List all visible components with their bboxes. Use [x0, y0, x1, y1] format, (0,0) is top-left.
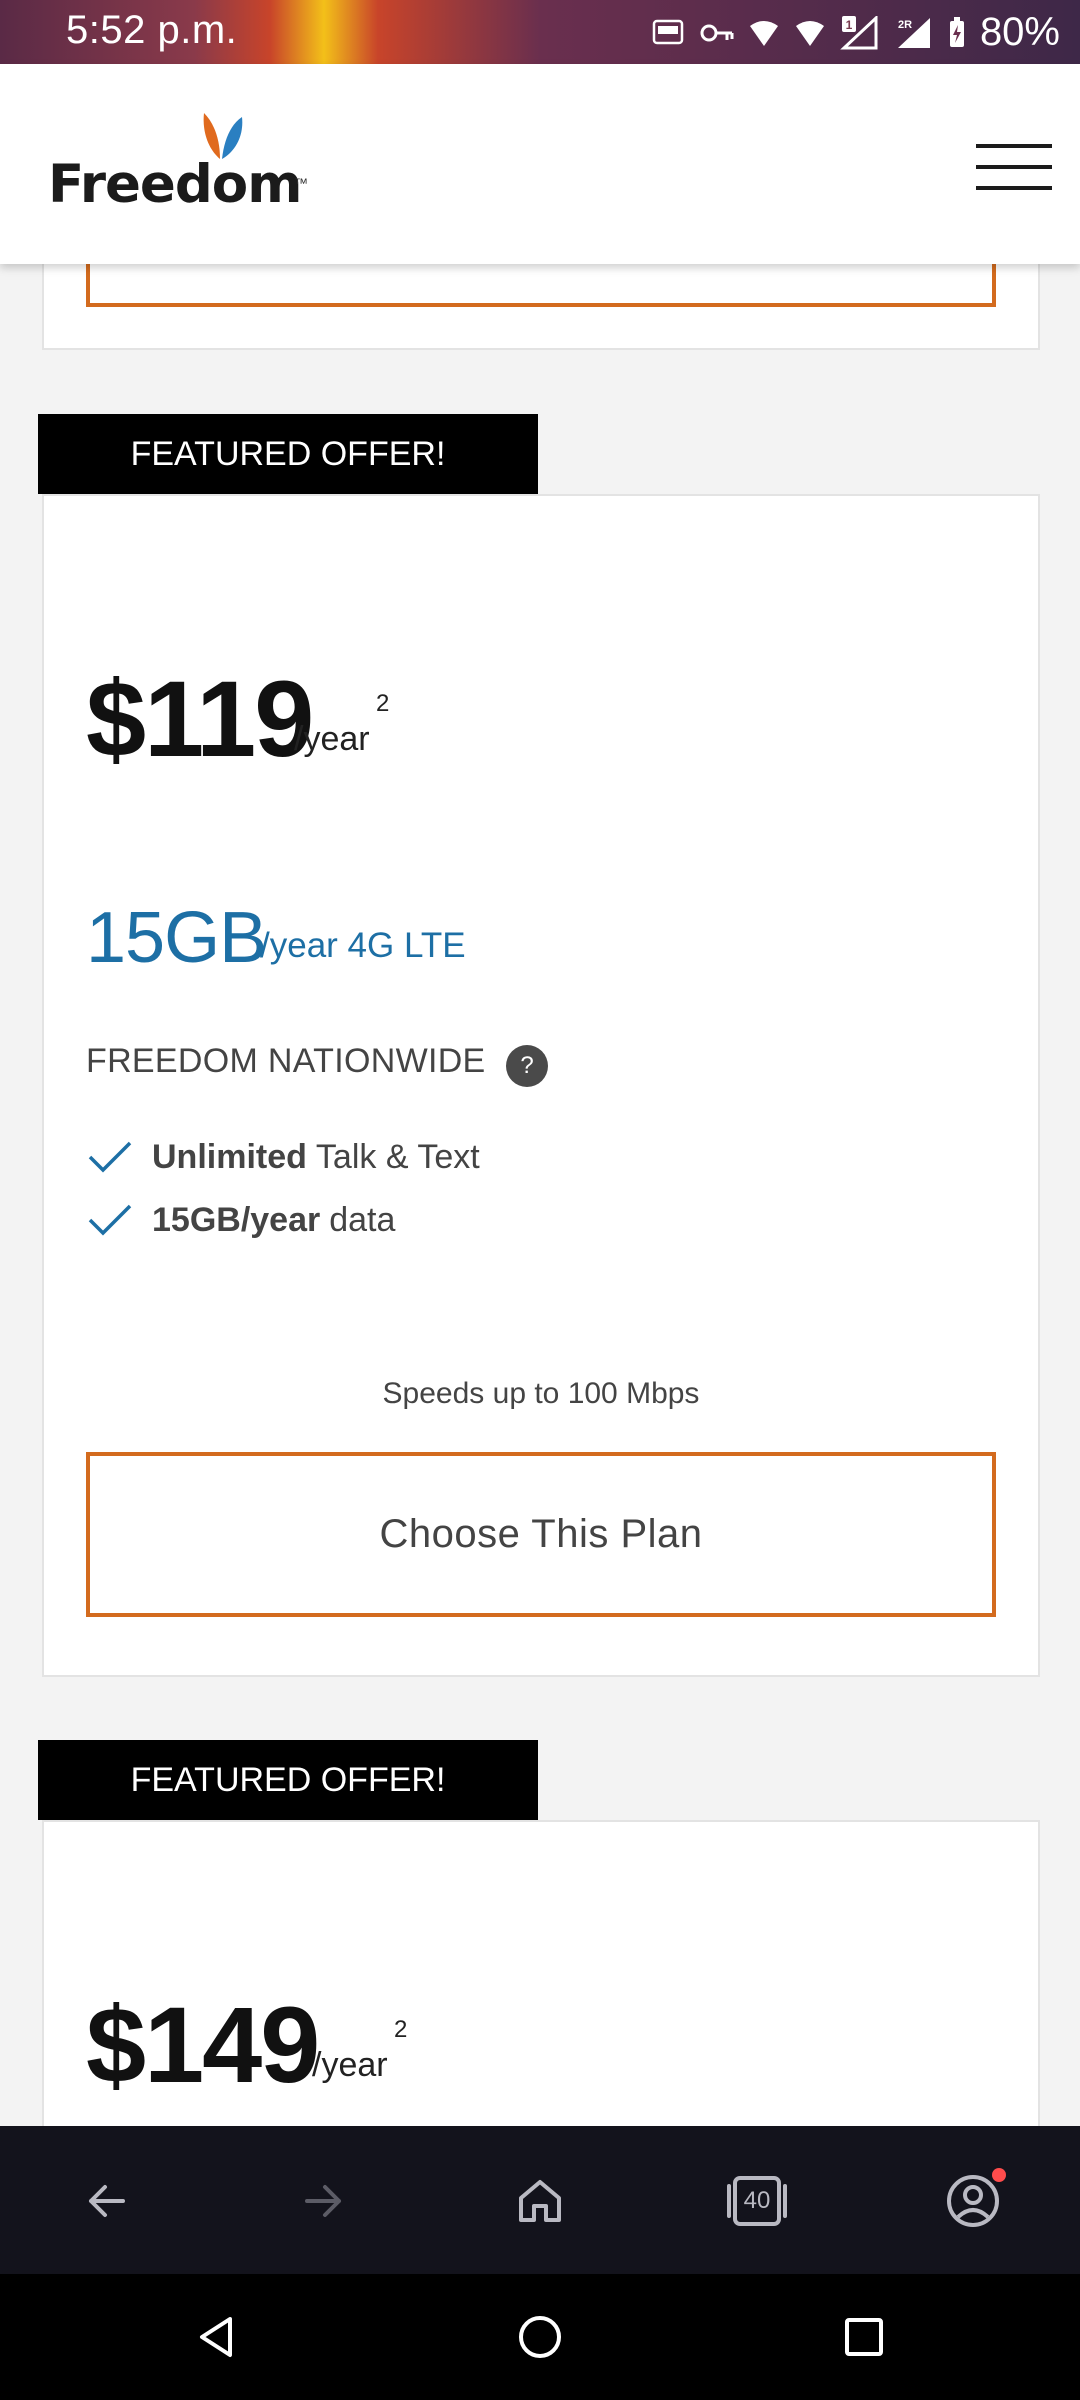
battery-charging-icon	[949, 16, 964, 47]
price-period: /year	[294, 720, 370, 758]
help-glyph: ?	[520, 1052, 534, 1079]
tabs-icon[interactable]: 40	[722, 2166, 792, 2236]
wifi-icon	[795, 20, 824, 46]
menu-line	[976, 144, 1052, 148]
back-arrow-icon[interactable]	[72, 2166, 142, 2236]
forward-arrow-icon[interactable]	[288, 2166, 358, 2236]
choose-plan-button[interactable]: Choose This Plan	[86, 1452, 996, 1617]
auto-hz-icon	[652, 19, 684, 44]
signal-sim1-icon: 1	[840, 15, 878, 49]
data-description: /year 4G LTE	[260, 926, 466, 965]
status-time: 5:52 p.m.	[66, 8, 238, 52]
feature-bold: 15GB/year	[152, 1200, 321, 1239]
nav-home-icon[interactable]	[507, 2304, 573, 2370]
price-period: /year	[312, 2046, 388, 2084]
svg-text:1: 1	[846, 18, 853, 32]
vpn-key-icon	[700, 24, 734, 41]
tab-count: 40	[743, 2187, 771, 2214]
status-icons: 1 2R 80%	[652, 10, 1060, 55]
wifi-icon	[749, 20, 778, 46]
menu-line	[976, 186, 1052, 190]
speed-note: Speeds up to 100 Mbps	[382, 1377, 700, 1410]
profile-icon[interactable]	[938, 2166, 1008, 2236]
logo-wordmark: Freedom	[48, 154, 302, 215]
feature-bold: Unlimited	[152, 1137, 307, 1176]
logo-trademark: ™	[294, 175, 308, 191]
home-icon[interactable]	[505, 2166, 575, 2236]
price-footnote[interactable]: 2	[376, 690, 389, 718]
featured-offer-badge: FEATURED OFFER!	[38, 1740, 538, 1820]
check-icon	[88, 1204, 132, 1236]
freedom-logo[interactable]: Freedom ™	[48, 109, 308, 219]
plan-name: FREEDOM NATIONWIDE	[86, 1042, 486, 1080]
price-amount: $119	[86, 658, 314, 779]
feature-item: Unlimited Talk & Text	[86, 1132, 480, 1182]
price-footnote[interactable]: 2	[394, 2016, 407, 2044]
feature-item: 15GB/year data	[86, 1195, 395, 1245]
offer-price-card: $119 /year 2	[42, 494, 1040, 834]
notification-dot	[992, 2168, 1006, 2182]
feature-text: Talk & Text	[315, 1137, 480, 1176]
nav-recents-icon[interactable]	[831, 2304, 897, 2370]
nav-back-icon[interactable]	[183, 2304, 249, 2370]
price-amount: $149	[86, 1984, 320, 2105]
offer-details-card: 15GB /year 4G LTE FREEDOM NATIONWIDE ? U…	[42, 832, 1040, 1677]
system-nav-bar	[0, 2274, 1080, 2400]
help-icon[interactable]: ?	[506, 1045, 548, 1087]
site-header: Freedom ™	[0, 64, 1080, 264]
browser-toolbar: 40	[0, 2126, 1080, 2274]
feature-text: data	[329, 1200, 396, 1239]
battery-percentage: 80%	[979, 10, 1060, 54]
svg-text:2R: 2R	[898, 19, 912, 31]
featured-offer-badge: FEATURED OFFER!	[38, 414, 538, 494]
signal-sim2-icon: 2R	[897, 17, 930, 48]
menu-line	[976, 165, 1052, 169]
data-amount: 15GB	[86, 898, 267, 978]
hamburger-menu-icon[interactable]	[976, 144, 1052, 194]
check-icon	[88, 1141, 132, 1173]
status-bar: 5:52 p.m. 1 2R 80%	[0, 0, 1080, 64]
